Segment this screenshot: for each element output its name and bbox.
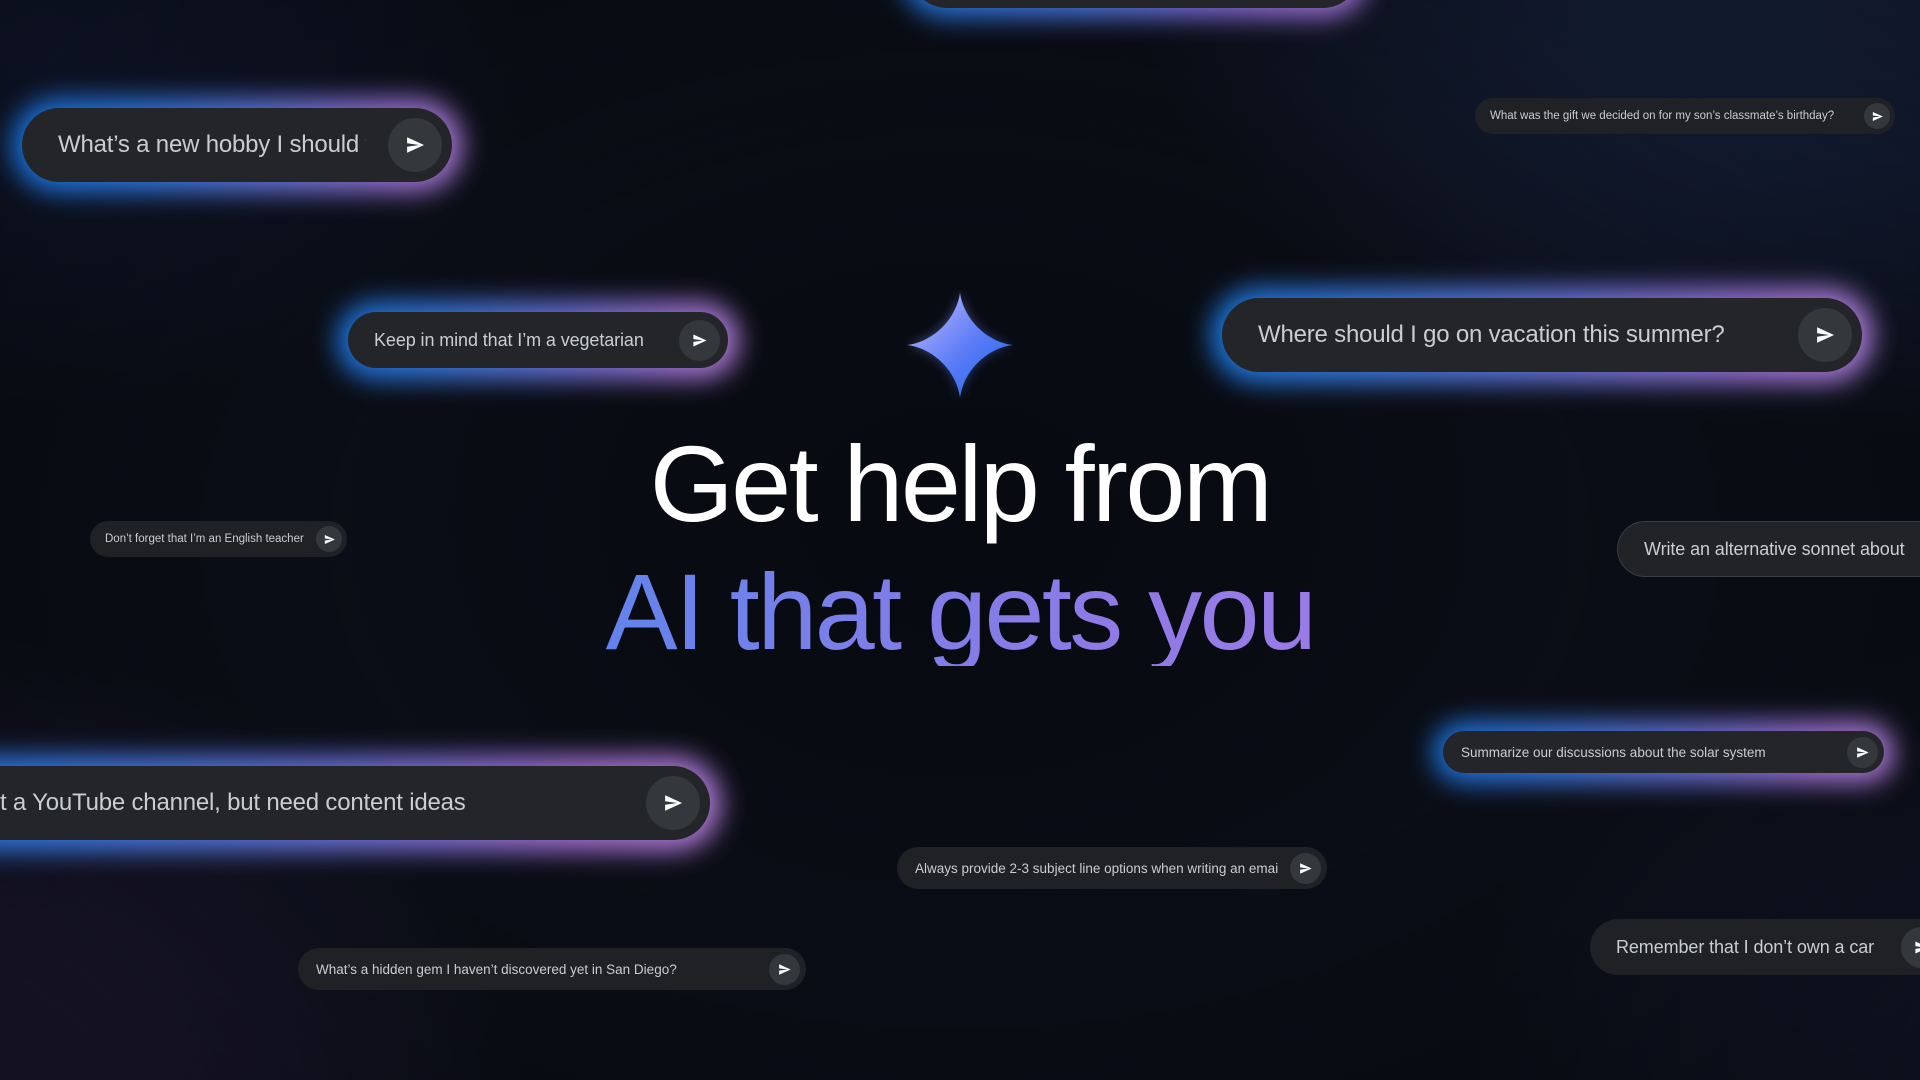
- chat-chip-gift-classmate[interactable]: What was the gift we decided on for my s…: [1475, 98, 1895, 134]
- chat-chip-solar-system[interactable]: Summarize our discussions about the sola…: [1433, 722, 1894, 783]
- chip-text: Write an alternative sonnet about: [1644, 538, 1905, 559]
- chip-body[interactable]: What’s a hidden gem I haven’t discovered…: [298, 948, 806, 990]
- send-icon[interactable]: [646, 776, 700, 830]
- chat-chip-alternative-sonnet[interactable]: Write an alternative sonnet about: [1617, 521, 1920, 577]
- chip-body[interactable]: t a YouTube channel, but need content id…: [0, 766, 710, 840]
- chat-chip-vacation[interactable]: Where should I go on vacation this summe…: [1211, 288, 1873, 383]
- chat-chip-san-diego[interactable]: What’s a hidden gem I haven’t discovered…: [298, 948, 806, 990]
- chat-chip-no-car[interactable]: Remember that I don’t own a car: [1590, 919, 1920, 975]
- chip-text: t a YouTube channel, but need content id…: [0, 789, 466, 816]
- send-icon[interactable]: [1864, 103, 1890, 129]
- chip-body[interactable]: Keep in mind that I’m a vegetarian: [348, 312, 728, 368]
- chat-chip-vegetarian[interactable]: Keep in mind that I’m a vegetarian: [337, 302, 739, 379]
- hero-stage: Get help from AI that gets you What’s a …: [0, 0, 1920, 1080]
- chat-chip-subject-lines[interactable]: Always provide 2-3 subject line options …: [897, 847, 1327, 889]
- chip-text: What was the gift we decided on for my s…: [1490, 110, 1835, 122]
- send-icon[interactable]: [679, 319, 720, 361]
- chat-chip-youtube-channel[interactable]: t a YouTube channel, but need content id…: [0, 756, 721, 851]
- chip-body[interactable]: What was the gift we decided on for my s…: [1475, 98, 1895, 134]
- chip-text: Where should I go on vacation this summe…: [1258, 321, 1725, 348]
- send-icon[interactable]: [1798, 308, 1852, 362]
- send-icon[interactable]: [1901, 926, 1920, 968]
- chip-text: Don’t forget that I’m an English teacher: [105, 533, 304, 545]
- chip-body[interactable]: Remember that I don’t own a car: [1590, 919, 1920, 975]
- chip-body[interactable]: What’s a new hobby I should try?: [22, 108, 452, 182]
- chat-chip-top-partial[interactable]: [901, 0, 1369, 17]
- chip-body[interactable]: Summarize our discussions about the sola…: [1443, 731, 1884, 773]
- chip-body[interactable]: Always provide 2-3 subject line options …: [897, 847, 1327, 889]
- chip-text: What’s a new hobby I should try?: [58, 131, 366, 158]
- send-icon[interactable]: [1847, 736, 1878, 768]
- chat-chip-new-hobby[interactable]: What’s a new hobby I should try?: [12, 99, 462, 192]
- chat-chip-english-teacher[interactable]: Don’t forget that I’m an English teacher: [90, 521, 347, 557]
- chip-text: Always provide 2-3 subject line options …: [915, 860, 1279, 876]
- gemini-sparkle-icon: [905, 290, 1015, 400]
- chip-body[interactable]: [910, 0, 1360, 8]
- chip-text: Summarize our discussions about the sola…: [1461, 744, 1766, 760]
- chip-body[interactable]: Where should I go on vacation this summe…: [1222, 298, 1862, 372]
- send-icon[interactable]: [316, 526, 342, 552]
- chip-text: Remember that I don’t own a car: [1616, 936, 1875, 957]
- chip-text: Keep in mind that I’m a vegetarian: [374, 329, 644, 350]
- send-icon[interactable]: [769, 953, 800, 985]
- chip-text: What’s a hidden gem I haven’t discovered…: [316, 961, 677, 977]
- send-icon[interactable]: [388, 118, 442, 172]
- chip-body[interactable]: Write an alternative sonnet about: [1617, 521, 1920, 577]
- send-icon[interactable]: [1290, 852, 1321, 884]
- chip-body[interactable]: Don’t forget that I’m an English teacher: [90, 521, 347, 557]
